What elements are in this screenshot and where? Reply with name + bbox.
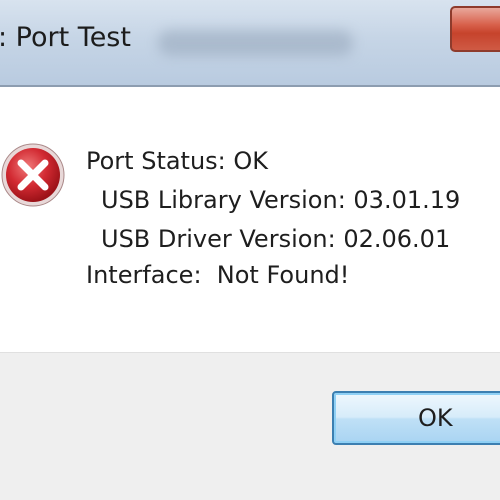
- blurred-title-region: [158, 30, 353, 56]
- title-bar[interactable]: : Port Test: [0, 0, 500, 87]
- close-button[interactable]: [450, 6, 500, 52]
- interface-status-text: Interface: Not Found!: [86, 261, 350, 289]
- message-area: Port Status: OK USB Library Version: 03.…: [0, 87, 500, 352]
- window-title: : Port Test: [0, 22, 131, 53]
- port-test-dialog: : Port Test Port Status: OK USB Library …: [0, 0, 500, 500]
- ok-button-label: OK: [418, 404, 453, 432]
- usb-driver-version-text: USB Driver Version: 02.06.01: [101, 225, 451, 253]
- error-icon: [1, 143, 65, 207]
- ok-button[interactable]: OK: [332, 391, 500, 445]
- button-bar: OK: [0, 352, 500, 500]
- port-status-text: Port Status: OK: [86, 147, 269, 175]
- usb-library-version-text: USB Library Version: 03.01.19: [101, 186, 461, 214]
